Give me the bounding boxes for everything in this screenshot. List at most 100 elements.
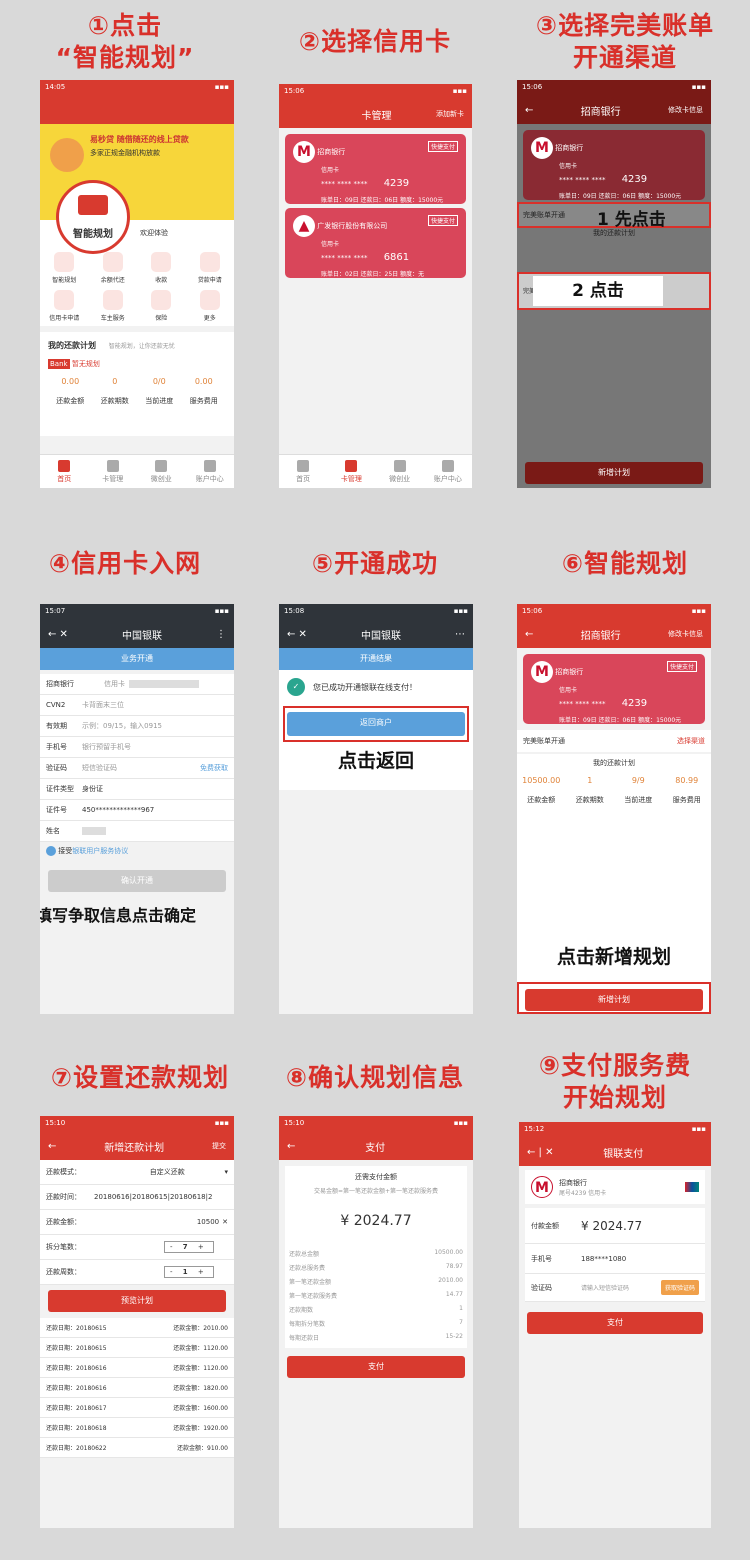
step6-caption: ⑥智能规划 <box>561 549 689 578</box>
phone-unionpay-signup: 15:07 ▪▪▪ ← ✕ 中国银联 ⋮ 业务开通 招商银行 信用卡 CVN2 卡背面末三… <box>40 604 234 1014</box>
tab-cards[interactable]: 卡管理 <box>327 455 375 488</box>
cvn2-input[interactable]: 卡背面末三位 <box>82 700 124 710</box>
split-stepper[interactable]: - 7 + <box>164 1241 214 1253</box>
add-card-button[interactable]: 添加新卡 <box>436 109 464 119</box>
grid-item[interactable]: 余额代还 <box>89 252 138 284</box>
pay-button[interactable]: 支付 <box>527 1312 703 1334</box>
bank-logo-icon: M <box>293 141 315 163</box>
phone-select-channel: 15:06 ▪▪▪ ← 招商银行 修改卡信息 M 招商银行 信用卡 **** ****… <box>517 80 711 488</box>
tab-home[interactable]: 首页 <box>279 455 327 488</box>
back-arrow-icon[interactable]: ← ✕ <box>287 629 307 640</box>
service-agreement-link[interactable]: 银联用户服务协议 <box>72 847 128 855</box>
step1-caption: ①点击 “智能规划” <box>55 11 195 72</box>
phone-signup-success: 15:08 ▪▪▪ ← ✕ 中国银联 ⋯ 开通结果 ✓ 您已成功开通银联在线支付！ 返回… <box>279 604 473 1014</box>
step8-caption: ⑧确认规划信息 <box>285 1063 465 1092</box>
back-arrow-icon[interactable]: ← <box>287 1141 295 1152</box>
card-cmb[interactable]: M 招商银行 快捷支付 信用卡 **** **** **** 4239 账单日：… <box>285 134 466 204</box>
agree-checkbox[interactable] <box>46 846 56 856</box>
bottom-tabbar: 首页 卡管理 微创业 账户中心 <box>279 454 472 488</box>
preview-plan-button[interactable]: 预览计划 <box>48 1290 226 1312</box>
tab-account[interactable]: 账户中心 <box>186 455 235 488</box>
smart-plan-bubble[interactable]: 智能规划 <box>56 180 130 254</box>
tab-home[interactable]: 首页 <box>40 455 89 488</box>
phone-new-plan: 15:10 ▪▪▪ ← 新增还款计划 提交 还款模式： 自定义还款 ▾ 还款时间： 2018… <box>40 1116 234 1528</box>
hint-first-click: 1 先点击 <box>597 210 666 230</box>
hint-fill-info: 填写争取信息点击确定 <box>40 906 197 925</box>
phone-card-manage: 15:06 ▪▪▪ 卡管理 添加新卡 M 招商银行 快捷支付 信用卡 **** **… <box>279 84 472 488</box>
tab-cards[interactable]: 卡管理 <box>89 455 138 488</box>
repay-plan-panel: 我的还款计划 智能规划，让你还款无忧 Bank 暂无规划 0.00 还款金额 0还… <box>40 332 234 436</box>
plan-list: 还款日期：20180615 还款金额：2010.00 还款日期：20180615 还… <box>40 1318 234 1458</box>
list-item: 还款日期：20180617 还款金额：1600.00 <box>40 1398 234 1418</box>
card-cmb: M 招商银行 快捷支付 信用卡 **** **** **** 4239 账单日：… <box>523 654 705 724</box>
weeks-stepper[interactable]: - 1 + <box>164 1266 214 1278</box>
bank-logo-icon: ▲ <box>293 215 315 237</box>
tab-account[interactable]: 账户中心 <box>424 455 472 488</box>
clear-icon[interactable]: ✕ <box>222 1218 228 1226</box>
back-arrow-icon[interactable]: ← ✕ <box>48 629 68 640</box>
hint-second-click: 2 点击 <box>533 276 663 306</box>
phone-confirm-pay: 15:10 ▪▪▪ ← 支付 还需支付金额 交易金额=第一笔还款金额+第一笔还款服务… <box>279 1116 473 1528</box>
back-arrow-icon[interactable]: ← | ✕ <box>527 1147 553 1158</box>
back-arrow-icon[interactable]: ← <box>48 1141 56 1152</box>
list-item: 还款日期：20180616 还款金额：1120.00 <box>40 1358 234 1378</box>
grid-item[interactable]: 信用卡申请 <box>40 290 89 322</box>
confirm-open-button[interactable]: 确认开通 <box>48 870 226 892</box>
expiry-input[interactable]: 示例：09/15，输入0915 <box>82 721 162 731</box>
step9-caption: ⑨支付服务费 开始规划 <box>538 1051 692 1112</box>
success-check-icon: ✓ <box>287 678 305 696</box>
grid-item[interactable]: 收款 <box>137 252 186 284</box>
add-plan-button[interactable]: 新增计划 <box>525 462 703 484</box>
cartoon-face-icon <box>50 138 84 172</box>
phone-smart-plan: 15:06 ▪▪▪ ← 招商银行 修改卡信息 M 招商银行 快捷支付 信用卡 ****… <box>517 604 711 1014</box>
pay-button[interactable]: 支付 <box>287 1356 465 1378</box>
sms-code-input[interactable]: 请输入短信验证码 <box>581 1283 661 1292</box>
phone-unionpay-pay: 15:12 ▪▪▪ ← | ✕ 银联支付 M 招商银行 尾号4239 信用卡 付款金额… <box>519 1122 711 1528</box>
tab-business[interactable]: 微创业 <box>376 455 424 488</box>
edit-card-button[interactable]: 修改卡信息 <box>668 629 703 639</box>
step4-caption: ④信用卡入网 <box>48 549 202 578</box>
submit-button[interactable]: 提交 <box>212 1141 226 1151</box>
hint-add-plan: 点击新增规划 <box>556 946 671 968</box>
hint-return: 点击返回 <box>337 750 414 772</box>
tab-business[interactable]: 微创业 <box>137 455 186 488</box>
list-item: 还款日期：20180615 还款金额：1120.00 <box>40 1338 234 1358</box>
phone-home: 14:05 ▪▪▪ 易秒贷 随借随还的线上贷款 多家正规金融机构放款 欢迎体验 智… <box>40 80 234 488</box>
grid-item[interactable]: 贷款申请 <box>186 252 235 284</box>
get-code-button[interactable]: 免费获取 <box>200 763 228 773</box>
bank-logo-icon: M <box>531 661 553 683</box>
get-code-button[interactable]: 获取验证码 <box>660 1280 699 1295</box>
mode-select[interactable]: 自定义还款 <box>110 1167 224 1177</box>
grid-item[interactable]: 更多 <box>186 290 235 322</box>
page-title: 卡管理 <box>361 110 392 122</box>
grid-item[interactable]: 智能规划 <box>40 252 89 284</box>
card-cgb[interactable]: ▲ 广发银行股份有限公司 快捷支付 信用卡 **** **** **** 686… <box>285 208 466 278</box>
more-icon[interactable]: ⋯ <box>455 629 465 640</box>
feature-grid: 智能规划 余额代还 收款 贷款申请 信用卡申请 车主服务 保险 更多 <box>40 246 234 326</box>
date-input[interactable]: 20180616|20180615|20180618|2 <box>94 1193 212 1201</box>
grid-item[interactable]: 保险 <box>137 290 186 322</box>
id-number-input[interactable]: 450*************967 <box>82 806 154 814</box>
list-item: 还款日期：20180615 还款金额：2010.00 <box>40 1318 234 1338</box>
choose-channel-link[interactable]: 选择渠道 <box>677 736 705 746</box>
list-item: 还款日期：20180616 还款金额：1820.00 <box>40 1378 234 1398</box>
plan-form: 还款模式： 自定义还款 ▾ 还款时间： 20180616|20180615|20180… <box>40 1160 234 1285</box>
chevron-down-icon: ▾ <box>224 1168 228 1176</box>
bank-logo-icon: M <box>531 1176 553 1198</box>
grid-item[interactable]: 车主服务 <box>89 290 138 322</box>
back-arrow-icon[interactable]: ← <box>525 105 533 116</box>
sms-code-input[interactable]: 短信验证码 <box>82 763 200 773</box>
list-item: 还款日期：20180618 还款金额：1920.00 <box>40 1418 234 1438</box>
unionpay-logo-icon <box>685 1182 699 1192</box>
back-arrow-icon[interactable]: ← <box>525 629 533 640</box>
amount-input[interactable]: 10500 <box>110 1218 219 1226</box>
card-icon <box>78 195 108 215</box>
more-icon[interactable]: ⋮ <box>216 629 226 640</box>
list-item: 还款日期：20180622 还款金额：910.00 <box>40 1438 234 1458</box>
phone-input[interactable]: 银行预留手机号 <box>82 742 131 752</box>
step3-caption: ③选择完美账单 开通渠道 <box>535 11 715 72</box>
card-cmb: M 招商银行 信用卡 **** **** **** 4239 账单日：09日 还… <box>523 130 705 200</box>
step5-caption: ⑤开通成功 <box>311 549 439 578</box>
pay-summary: 还需支付金额 交易金额=第一笔还款金额+第一笔还款服务费 ¥ 2024.77 还… <box>285 1166 467 1348</box>
signup-form: 招商银行 信用卡 CVN2 卡背面末三位 有效期 示例：09/15，输入0915 手机… <box>40 674 234 842</box>
